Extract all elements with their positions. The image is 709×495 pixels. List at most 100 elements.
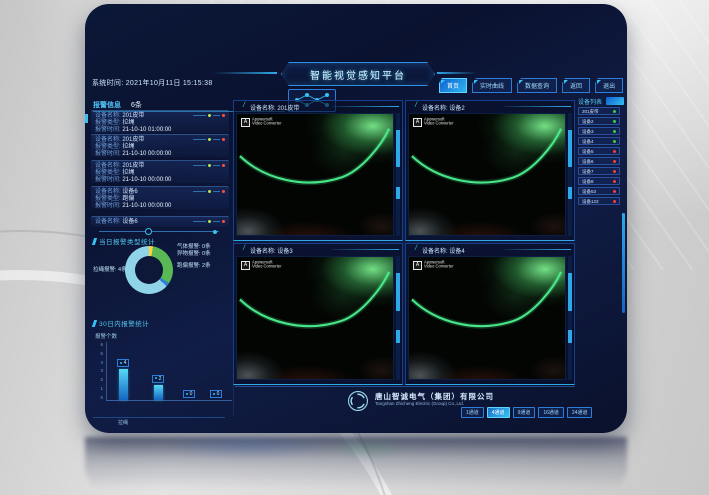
status-dot <box>613 120 616 123</box>
camera-feed: A ApowersoftVideo Converter <box>237 114 393 235</box>
scrollbar-thumb[interactable] <box>396 330 400 342</box>
donut-label-gas: 气体报警: 0条 <box>177 244 211 251</box>
bar-group: 2 跑偏 <box>145 375 171 400</box>
status-dot <box>613 160 616 163</box>
nav-data-query-button[interactable]: 数据查询 <box>517 78 557 93</box>
screen-reflection <box>85 437 627 494</box>
video-scrollbar[interactable] <box>568 256 572 380</box>
device-list-item[interactable]: 设备4 <box>578 137 620 145</box>
grid-underline <box>235 386 575 387</box>
scrollbar-thumb[interactable] <box>568 187 572 199</box>
status-dot <box>613 110 616 113</box>
alarm-card[interactable]: 设备名称: 设备6 <box>91 216 229 227</box>
alarm-time-value: 21-10-10 01:00:00 <box>122 127 171 133</box>
watermark-logo-icon: A <box>241 118 250 127</box>
alarm-panel-title: 报警信息 <box>93 100 121 110</box>
nav-back-button[interactable]: 返回 <box>562 78 590 93</box>
watermark-logo-icon: A <box>413 261 422 270</box>
video-watermark: A ApowersoftVideo Converter <box>241 261 288 271</box>
video-watermark: A ApowersoftVideo Converter <box>413 118 460 128</box>
device-list-item[interactable]: 201皮带 <box>578 107 620 115</box>
company-logo <box>347 390 369 412</box>
dashboard-screen: 系统时间: 2021年10月11日 15:15:38 智能视觉感知平台 首页 实… <box>85 4 627 433</box>
nav-exit-button[interactable]: 退出 <box>595 78 623 93</box>
status-dot <box>613 130 616 133</box>
bar-baseline <box>106 400 232 401</box>
device-list-item[interactable]: 设备2 <box>578 117 620 125</box>
scrollbar-thumb[interactable] <box>568 130 572 167</box>
camera-feed: A ApowersoftVideo Converter <box>409 114 565 235</box>
status-dot <box>613 200 616 203</box>
camera-feed: A ApowersoftVideo Converter <box>409 257 565 379</box>
bar-yticks: 6543210 <box>93 342 103 400</box>
device-list-item[interactable]: 设备123 <box>578 197 620 205</box>
watermark-logo-icon: A <box>241 261 250 270</box>
alarm-card[interactable]: 设备名称: 201皮带 报警类型: 拉绳 报警时间: 21-10-10 00:0… <box>91 134 229 157</box>
bar-value-chip: 4 <box>117 359 130 367</box>
scrollbar-thumb[interactable] <box>568 273 572 310</box>
video-panel-2[interactable]: 设备名称: 设备2 A ApowersoftVideo Converter <box>405 100 575 241</box>
video-panel-title: 设备名称: 设备4 <box>406 244 574 256</box>
device-name-label: 设备名称: <box>95 113 121 119</box>
channel-9-button[interactable]: 9通道 <box>513 407 536 418</box>
device-list-item[interactable]: 设备7 <box>578 167 620 175</box>
alarm-card[interactable]: 设备名称: 设备6 报警类型: 跑偏 报警时间: 21-10-10 00:00:… <box>91 186 229 209</box>
donut-label-foreign: 异物报警: 0条 <box>177 251 211 258</box>
page-title: 智能视觉感知平台 <box>310 67 406 82</box>
device-list-item[interactable]: 设备3 <box>578 127 620 135</box>
video-viewport[interactable]: A ApowersoftVideo Converter <box>236 256 394 380</box>
video-viewport[interactable]: A ApowersoftVideo Converter <box>236 113 394 236</box>
device-list-item[interactable]: 设备8 <box>578 177 620 185</box>
bar-value-chip: 0 <box>210 390 223 398</box>
video-panel-1[interactable]: 设备名称: 201皮带 A ApowersoftVideo Converter <box>233 100 403 241</box>
company-name-en: Tangshan Zhicheng Electric (Group) Co.,L… <box>375 401 464 406</box>
edge-accent <box>85 114 88 123</box>
left-panel-footer-line <box>93 417 225 418</box>
video-scrollbar[interactable] <box>396 256 400 380</box>
status-dot <box>613 150 616 153</box>
bar-group: 0 异物 <box>176 390 202 400</box>
channel-24-button[interactable]: 24通道 <box>567 407 593 418</box>
camera-feed: A ApowersoftVideo Converter <box>237 257 393 379</box>
video-scrollbar[interactable] <box>568 113 572 236</box>
scrollbar-thumb[interactable] <box>396 130 400 167</box>
alarm-card-indicator <box>193 164 225 167</box>
bar-value-chip: 0 <box>183 390 196 398</box>
channel-1-button[interactable]: 1通道 <box>461 407 484 418</box>
status-dot <box>613 190 616 193</box>
donut-chart <box>125 246 173 294</box>
video-panel-title: 设备名称: 设备2 <box>406 101 574 113</box>
device-list-item[interactable]: 设备6 <box>578 157 620 165</box>
video-viewport[interactable]: A ApowersoftVideo Converter <box>408 113 566 236</box>
bar-xlabel: 拉绳 <box>110 419 136 426</box>
device-list-item[interactable]: 设备53 <box>578 187 620 195</box>
scrollbar-thumb[interactable] <box>396 273 400 310</box>
nav-realtime-curve-button[interactable]: 实时曲线 <box>472 78 512 93</box>
device-list-scrollbar[interactable] <box>622 213 625 313</box>
nav-home-button[interactable]: 首页 <box>439 78 467 93</box>
alarm-card[interactable]: 设备名称: 201皮带 报警类型: 拉绳 报警时间: 21-10-10 00:0… <box>91 160 229 183</box>
watermark-logo-icon: A <box>413 118 422 127</box>
device-list-item[interactable]: 设备5 <box>578 147 620 155</box>
video-panel-title: 设备名称: 设备3 <box>234 244 402 256</box>
scrollbar-thumb[interactable] <box>568 330 572 342</box>
alarm-count-badge: 6条 <box>131 100 142 110</box>
bar-yaxis <box>106 342 107 400</box>
video-viewport[interactable]: A ApowersoftVideo Converter <box>408 256 566 380</box>
alarm-card[interactable]: 设备名称: 201皮带 报警类型: 拉绳 报警时间: 21-10-10 01:0… <box>91 110 229 133</box>
video-panel-3[interactable]: 设备名称: 设备3 A ApowersoftVideo Converter <box>233 243 403 385</box>
channel-4-button[interactable]: 4通道 <box>487 407 510 418</box>
alarm-list-scroll-slider[interactable] <box>99 231 219 232</box>
channel-16-button[interactable]: 16通道 <box>538 407 564 418</box>
video-scrollbar[interactable] <box>396 113 400 236</box>
title-wing-right <box>437 72 477 74</box>
device-list-title: 设备列表 <box>578 97 602 106</box>
donut-label-pull-rope: 拉绳报警: 4条 <box>93 267 127 274</box>
bar-section-title: 30日内报警统计 <box>93 318 149 328</box>
device-list-tab-button[interactable] <box>606 97 624 105</box>
video-panel-4[interactable]: 设备名称: 设备4 A ApowersoftVideo Converter <box>405 243 575 385</box>
slider-end-dot <box>213 230 217 234</box>
scrollbar-thumb[interactable] <box>396 187 400 199</box>
status-dot <box>613 180 616 183</box>
slider-knob[interactable] <box>145 228 152 235</box>
